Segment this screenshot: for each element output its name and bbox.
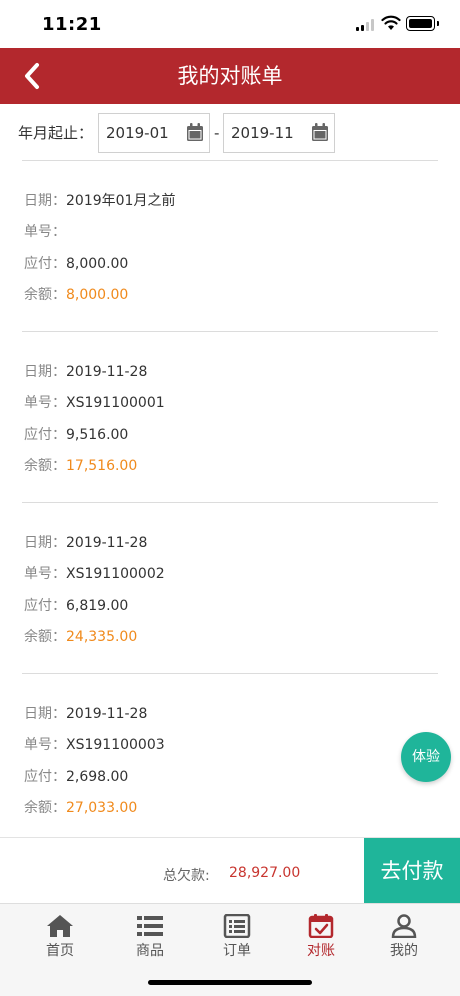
tab-home[interactable]: 首页 [25, 914, 95, 964]
home-indicator [148, 980, 312, 985]
tab-orders[interactable]: 订单 [202, 914, 272, 964]
order-no-label: 单号： [24, 737, 66, 753]
battery-icon [406, 16, 439, 31]
date-label: 日期： [24, 193, 66, 209]
list-icon [137, 916, 163, 936]
page-title: 我的对账单 [177, 64, 283, 88]
tab-label: 商品 [136, 943, 164, 959]
date-separator: - [214, 124, 220, 142]
end-date-picker[interactable]: 2019-11 [223, 113, 335, 153]
date-label: 日期： [24, 706, 66, 722]
record-balance: 17,516.00 [66, 458, 138, 474]
order-no-label: 单号： [24, 395, 66, 411]
date-range-filter: 年月起止： 2019-01 - 2019-11 [0, 104, 460, 160]
status-bar: 11:21 [0, 0, 460, 48]
statement-item: 日期：2019-11-28 单号：XS191100002 应付：6,819.00… [0, 503, 460, 674]
start-date-picker[interactable]: 2019-01 [98, 113, 210, 153]
cellular-signal-icon [356, 19, 374, 31]
record-payable: 6,819.00 [66, 598, 129, 614]
experience-button[interactable]: 体验 [401, 732, 451, 782]
balance-label: 余额： [24, 287, 66, 303]
total-bar: 总欠款: 28,927.00 去付款 [0, 837, 460, 904]
tab-mine[interactable]: 我的 [369, 914, 439, 964]
calendar-icon [312, 123, 328, 141]
tab-label: 我的 [390, 943, 418, 959]
date-label: 日期： [24, 364, 66, 380]
order-no-label: 单号： [24, 224, 66, 240]
payable-label: 应付： [24, 598, 66, 614]
status-time: 11:21 [42, 14, 102, 35]
start-date-value: 2019-01 [106, 124, 169, 142]
date-range-label: 年月起止： [18, 124, 94, 142]
tab-statement[interactable]: 对账 [286, 914, 356, 964]
record-order-no: XS191100001 [66, 395, 165, 411]
home-icon [47, 915, 73, 937]
record-date: 2019年01月之前 [66, 193, 176, 209]
payable-label: 应付： [24, 427, 66, 443]
statement-list: 日期：2019年01月之前 单号： 应付：8,000.00 余额：8,000.0… [0, 161, 460, 845]
calendar-icon [187, 123, 203, 141]
record-payable: 2,698.00 [66, 769, 129, 785]
record-order-no: XS191100003 [66, 737, 165, 753]
tab-products[interactable]: 商品 [115, 914, 185, 964]
tab-label: 订单 [223, 943, 251, 959]
record-date: 2019-11-28 [66, 364, 148, 380]
balance-label: 余额： [24, 458, 66, 474]
statement-item: 日期：2019-11-28 单号：XS191100003 应付：2,698.00… [0, 674, 460, 845]
total-debt-value: 28,927.00 [229, 865, 301, 881]
pay-button[interactable]: 去付款 [364, 838, 460, 904]
tab-label: 对账 [307, 943, 335, 959]
order-icon [223, 914, 251, 938]
wifi-icon [381, 15, 401, 30]
balance-label: 余额： [24, 629, 66, 645]
statement-item: 日期：2019-11-28 单号：XS191100001 应付：9,516.00… [0, 332, 460, 503]
record-payable: 9,516.00 [66, 427, 129, 443]
end-date-value: 2019-11 [231, 124, 294, 142]
payable-label: 应付： [24, 256, 66, 272]
record-balance: 8,000.00 [66, 287, 129, 303]
date-label: 日期： [24, 535, 66, 551]
record-balance: 27,033.00 [66, 800, 138, 816]
order-no-label: 单号： [24, 566, 66, 582]
record-date: 2019-11-28 [66, 706, 148, 722]
balance-label: 余额： [24, 800, 66, 816]
statement-item: 日期：2019年01月之前 单号： 应付：8,000.00 余额：8,000.0… [0, 161, 460, 332]
record-date: 2019-11-28 [66, 535, 148, 551]
total-debt-label: 总欠款: [163, 868, 210, 884]
record-balance: 24,335.00 [66, 629, 138, 645]
tab-label: 首页 [46, 943, 74, 959]
record-order-no: XS191100002 [66, 566, 165, 582]
nav-bar: 我的对账单 [0, 48, 460, 104]
record-payable: 8,000.00 [66, 256, 129, 272]
back-arrow-icon[interactable] [18, 60, 50, 92]
payable-label: 应付： [24, 769, 66, 785]
calendar-check-icon [308, 914, 334, 938]
user-icon [391, 914, 417, 938]
